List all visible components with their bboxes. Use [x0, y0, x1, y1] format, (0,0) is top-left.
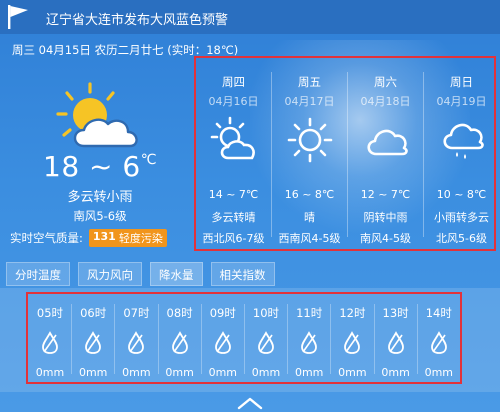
cloud-icon: [367, 129, 408, 156]
hourly-precip-value: 0mm: [208, 366, 238, 379]
forecast-condition: 阴转中雨: [363, 211, 408, 224]
hourly-precip-value: 0mm: [251, 366, 281, 379]
hourly-item: 11时 0mm: [287, 294, 331, 382]
today-wind: 南风5-6级: [73, 209, 127, 223]
aqi-row: 实时空气质量: 131 轻度污染: [10, 229, 167, 247]
tab-wind[interactable]: 风力风向: [78, 262, 142, 286]
forecast-temp: 10 ~ 8℃: [436, 188, 487, 201]
forecast-weekday: 周五: [298, 75, 321, 89]
hourly-precip-value: 0mm: [122, 366, 151, 379]
raindrop-icon: [85, 331, 102, 354]
hourly-precip-value: 0mm: [381, 366, 410, 379]
hourly-hour: 11时: [296, 306, 323, 320]
aqi-badge[interactable]: 131 轻度污染: [88, 229, 167, 247]
forecast-day[interactable]: 周五 04月17日 16 ~ 8℃ 晴 西南风4-5级: [272, 58, 347, 249]
hourly-item: 14时 0mm: [417, 294, 461, 382]
chart-tabs: 分时温度 风力风向 降水量 相关指数: [6, 262, 275, 286]
alert-bar[interactable]: 辽宁省大连市发布大风蓝色预警: [0, 0, 500, 34]
cloud-rain-icon: [443, 123, 484, 159]
today-temp-range: 18 ~ 6: [43, 150, 141, 183]
tab-indices[interactable]: 相关指数: [210, 262, 275, 286]
hourly-item: 05时 0mm: [28, 294, 72, 382]
hourly-item: 09时 0mm: [201, 294, 245, 382]
forecast-date: 04月19日: [436, 95, 487, 108]
forecast-date: 04月16日: [208, 95, 259, 108]
raindrop-icon: [387, 331, 404, 354]
today-temperature: 18 ~ 6℃: [0, 150, 200, 183]
forecast-day[interactable]: 周四 04月16日 14 ~ 7℃ 多云转晴 西北风6-7级: [196, 58, 271, 249]
chevron-up-icon[interactable]: [236, 396, 264, 410]
forecast-panel: 周四 04月16日 14 ~ 7℃ 多云转晴 西北风6-7级 周五 04月17日: [194, 56, 496, 251]
hourly-item: 06时 0mm: [71, 294, 115, 382]
hourly-precip-value: 0mm: [294, 366, 324, 379]
forecast-temp: 14 ~ 7℃: [208, 188, 259, 201]
forecast-wind: 北风5-6级: [436, 232, 487, 245]
sun-icon: [287, 117, 333, 163]
forecast-wind: 西北风6-7级: [202, 232, 265, 245]
hourly-precip-value: 0mm: [78, 366, 108, 379]
hourly-hour: 10时: [252, 306, 280, 320]
forecast-weekday: 周日: [450, 75, 473, 89]
hourly-item: 12时 0mm: [330, 294, 374, 382]
forecast-weekday: 周四: [222, 75, 245, 89]
partly-sunny-icon: [210, 116, 255, 160]
tab-precipitation[interactable]: 降水量: [150, 262, 203, 286]
aqi-label: 实时空气质量:: [10, 231, 83, 245]
raindrop-icon: [128, 331, 145, 354]
today-temp-unit: ℃: [140, 152, 157, 168]
raindrop-icon: [42, 331, 58, 354]
hourly-precip-value: 0mm: [165, 366, 194, 379]
hourly-hour: 14时: [425, 306, 452, 320]
hourly-precip-value: 0mm: [338, 366, 367, 379]
raindrop-icon: [430, 331, 447, 354]
today-condition: 多云转小雨: [67, 190, 133, 205]
forecast-weekday: 周六: [374, 75, 397, 89]
hourly-item: 08时 0mm: [158, 294, 202, 382]
sun-behind-cloud-icon: [56, 82, 138, 148]
tab-hourly-temperature[interactable]: 分时温度: [6, 262, 70, 286]
forecast-date: 04月18日: [360, 95, 411, 108]
hourly-hour: 06时: [80, 306, 107, 320]
raindrop-icon: [301, 331, 318, 354]
forecast-day[interactable]: 周日 04月19日 10 ~ 8℃ 小雨转多云 北风5-6级: [424, 58, 499, 249]
hourly-hour: 09时: [209, 306, 236, 320]
forecast-condition: 小雨转多云: [434, 211, 489, 224]
forecast-condition: 多云转晴: [211, 211, 256, 224]
hourly-item: 10时 0mm: [244, 294, 288, 382]
forecast-temp: 16 ~ 8℃: [284, 188, 335, 201]
forecast-temp: 12 ~ 7℃: [360, 188, 411, 201]
raindrop-icon: [344, 331, 361, 354]
aqi-value: 131: [92, 230, 116, 243]
hourly-hour: 13时: [382, 306, 409, 320]
hourly-hour: 05时: [36, 306, 64, 320]
hourly-hour: 07时: [123, 306, 150, 320]
hourly-precipitation: 05时 0mm 06时 0mm 07时 0mm 08时 0mm 09时 0mm 10时 0mm 11时 0…: [26, 292, 462, 384]
forecast-wind: 西南风4-5级: [278, 232, 341, 245]
forecast-date: 04月17日: [284, 95, 335, 108]
hourly-hour: 08时: [166, 306, 193, 320]
hourly-precip-value: 0mm: [424, 366, 454, 379]
raindrop-icon: [171, 331, 188, 354]
hourly-precip-value: 0mm: [35, 366, 65, 379]
raindrop-icon: [258, 331, 274, 354]
hourly-item: 13时 0mm: [374, 294, 418, 382]
hourly-item: 07时 0mm: [114, 294, 158, 382]
forecast-day[interactable]: 周六 04月18日 12 ~ 7℃ 阴转中雨 南风4-5级: [348, 58, 423, 249]
hourly-hour: 12时: [339, 306, 366, 320]
forecast-condition: 晴: [304, 211, 315, 224]
aqi-level: 轻度污染: [118, 232, 163, 245]
raindrop-icon: [214, 331, 231, 354]
pennant-flag-icon: [8, 5, 28, 29]
forecast-wind: 南风4-5级: [360, 232, 411, 245]
alert-text[interactable]: 辽宁省大连市发布大风蓝色预警: [46, 9, 228, 28]
